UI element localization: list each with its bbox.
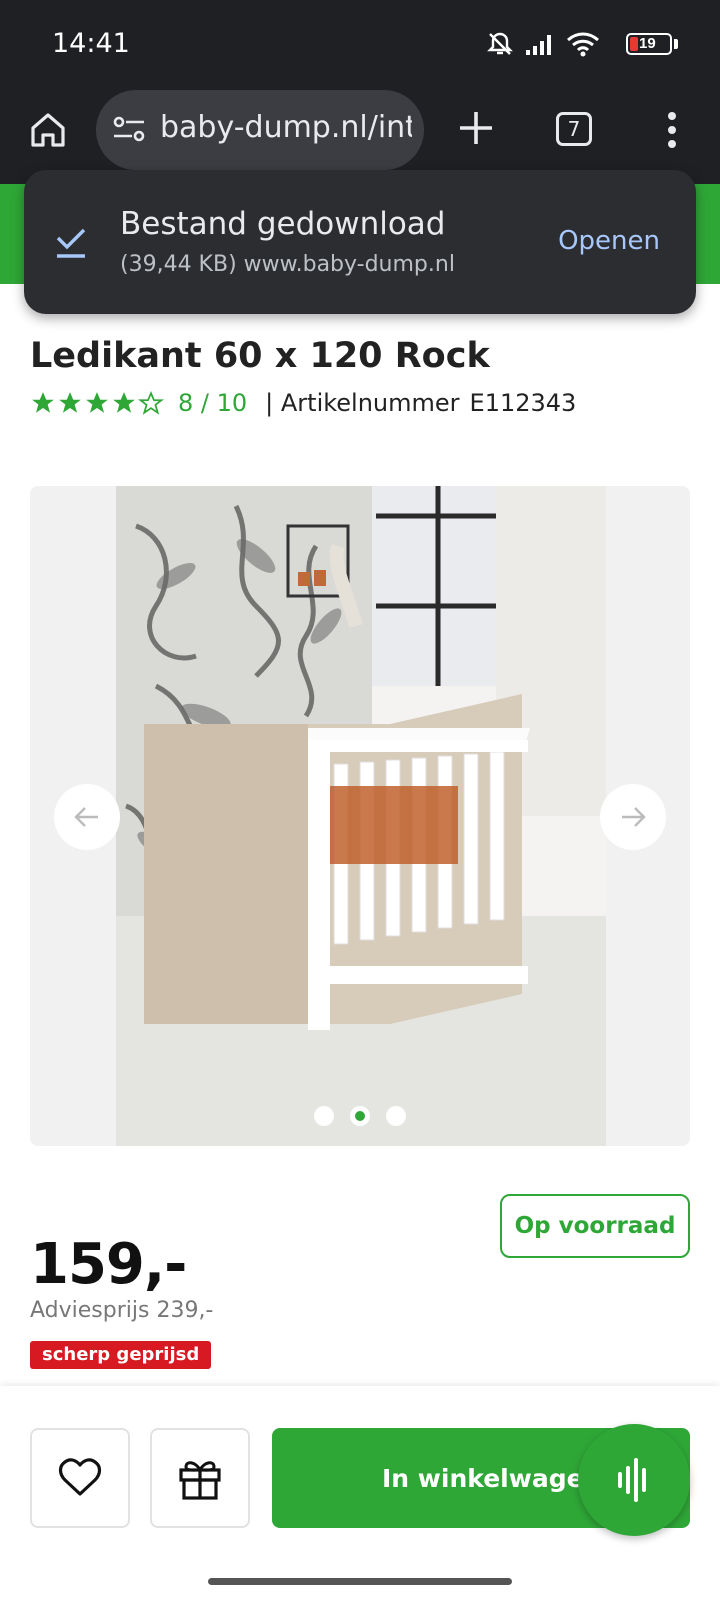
- bottom-action-bar: In winkelwagen: [0, 1386, 720, 1600]
- home-icon[interactable]: [28, 110, 68, 150]
- gallery-dot[interactable]: [386, 1106, 406, 1126]
- snackbar-detail: (39,44 KB) www.baby-dump.nl: [120, 252, 455, 277]
- download-done-icon: [56, 228, 86, 258]
- product-photo: [116, 486, 606, 1146]
- promo-badge: scherp geprijsd: [30, 1341, 212, 1369]
- rating-stars[interactable]: [30, 390, 164, 416]
- battery-percentage: 19: [639, 35, 656, 52]
- gallery-dots: [314, 1106, 406, 1126]
- battery-level: [630, 37, 638, 51]
- address-bar[interactable]: baby-dump.nl/int: [96, 90, 424, 170]
- article-number-label: | Artikelnummer: [265, 389, 460, 417]
- voice-assistant-button[interactable]: [578, 1424, 690, 1536]
- star-filled-icon: [86, 392, 108, 413]
- gift-icon: [179, 1461, 221, 1500]
- star-empty-icon: [138, 391, 164, 415]
- arrow-right-icon: [622, 807, 646, 827]
- article-number: E112343: [469, 389, 577, 417]
- mute-icon: [487, 32, 513, 55]
- star-filled-icon: [32, 392, 54, 413]
- advice-price: Adviesprijs 239,-: [30, 1298, 214, 1323]
- signal-icon: [526, 35, 551, 55]
- snackbar-title: Bestand gedownload: [120, 206, 446, 242]
- wishlist-button[interactable]: [30, 1428, 130, 1528]
- url-text[interactable]: baby-dump.nl/int: [160, 110, 412, 145]
- site-settings-icon[interactable]: [112, 114, 146, 144]
- gift-button[interactable]: [150, 1428, 250, 1528]
- download-snackbar: Bestand gedownload (39,44 KB) www.baby-d…: [24, 170, 696, 314]
- status-bar: 14:41 19: [0, 0, 720, 88]
- battery-icon: 19: [626, 33, 672, 55]
- product-title: Ledikant 60 x 120 Rock: [30, 336, 490, 376]
- product-price: 159,-: [30, 1232, 187, 1297]
- gallery-dot-active[interactable]: [350, 1106, 370, 1126]
- voice-waveform-icon: [618, 1458, 646, 1502]
- open-download-button[interactable]: Openen: [558, 226, 660, 256]
- battery-tip: [674, 39, 678, 49]
- stock-status-badge: Op voorraad: [500, 1194, 690, 1258]
- product-gallery[interactable]: [30, 486, 690, 1146]
- star-filled-icon: [113, 392, 135, 413]
- rating-score[interactable]: 8 / 10: [178, 389, 247, 417]
- gallery-next-button[interactable]: [600, 784, 666, 850]
- rating-row: 8 / 10 | Artikelnummer E112343: [30, 388, 576, 418]
- add-to-cart-label[interactable]: In winkelwagen: [382, 1464, 601, 1493]
- tab-switcher-button[interactable]: 7: [556, 112, 592, 146]
- star-filled-icon: [59, 392, 81, 413]
- status-time: 14:41: [52, 28, 130, 59]
- wifi-icon: [567, 32, 599, 57]
- heart-icon: [58, 1458, 102, 1496]
- gallery-prev-button[interactable]: [54, 784, 120, 850]
- gallery-dot[interactable]: [314, 1106, 334, 1126]
- new-tab-icon[interactable]: [456, 108, 496, 148]
- arrow-left-icon: [74, 807, 98, 827]
- status-icons: [486, 30, 600, 58]
- overflow-menu-icon[interactable]: [660, 110, 684, 150]
- home-indicator[interactable]: [208, 1578, 512, 1585]
